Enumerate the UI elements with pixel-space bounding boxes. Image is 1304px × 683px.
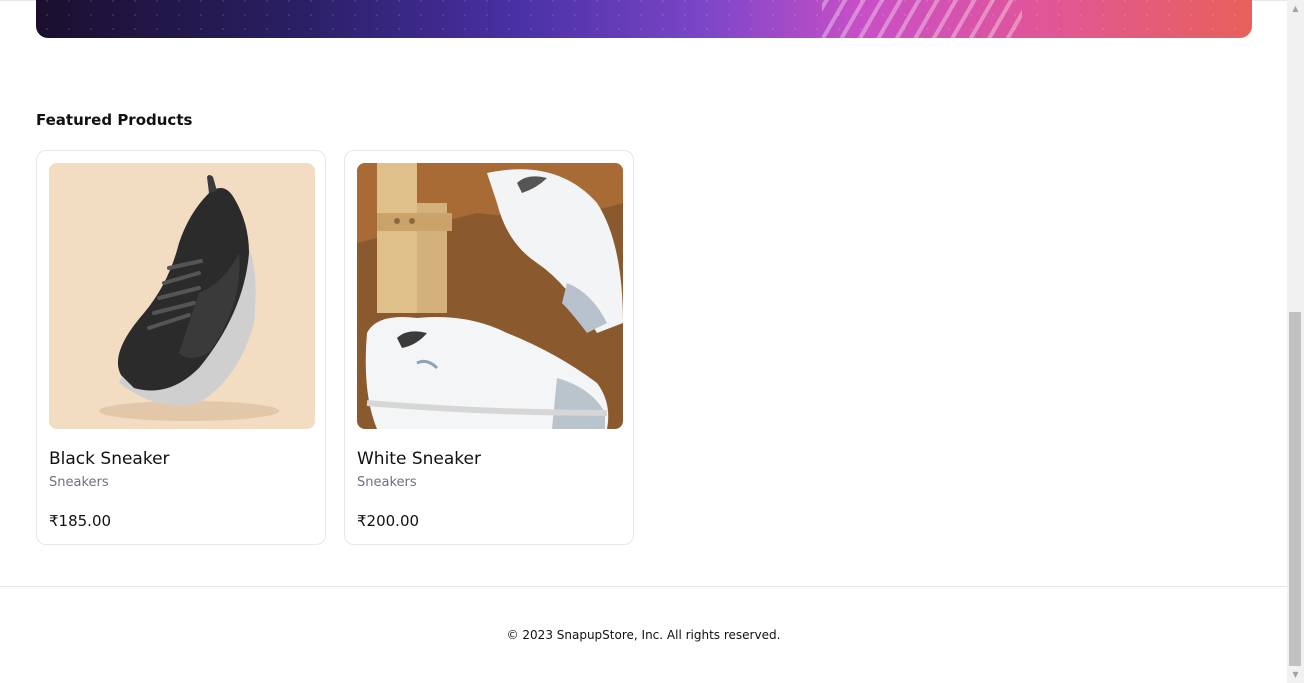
product-price: ₹185.00: [49, 512, 112, 530]
featured-products-title: Featured Products: [36, 111, 193, 129]
product-name[interactable]: Black Sneaker: [49, 449, 170, 469]
footer-copyright: © 2023 SnapupStore, Inc. All rights rese…: [506, 628, 781, 642]
banner-stripes: [822, 0, 1022, 38]
product-category: Sneakers: [49, 475, 109, 490]
page: Featured Products Black Sneaker Sneakers…: [0, 0, 1287, 683]
hero-banner: [36, 0, 1252, 38]
product-card[interactable]: White Sneaker Sneakers ₹200.00: [344, 150, 634, 545]
scrollbar-thumb[interactable]: [1289, 312, 1301, 666]
product-price: ₹200.00: [357, 512, 420, 530]
scroll-down-arrow-icon[interactable]: ▼: [1287, 666, 1304, 683]
product-card[interactable]: Black Sneaker Sneakers ₹185.00: [36, 150, 326, 545]
product-category: Sneakers: [357, 475, 417, 490]
black-sneaker-image-svg: [49, 163, 315, 429]
scroll-up-arrow-icon[interactable]: ▲: [1287, 0, 1304, 17]
banner-dots-pattern: [36, 0, 1252, 38]
black-sneaker-image[interactable]: [49, 163, 315, 429]
white-sneaker-image[interactable]: [357, 163, 623, 429]
footer: © 2023 SnapupStore, Inc. All rights rese…: [0, 586, 1287, 683]
white-sneaker-image-svg: [357, 163, 623, 429]
vertical-scrollbar[interactable]: ▲ ▼: [1287, 0, 1304, 683]
product-name[interactable]: White Sneaker: [357, 449, 481, 469]
